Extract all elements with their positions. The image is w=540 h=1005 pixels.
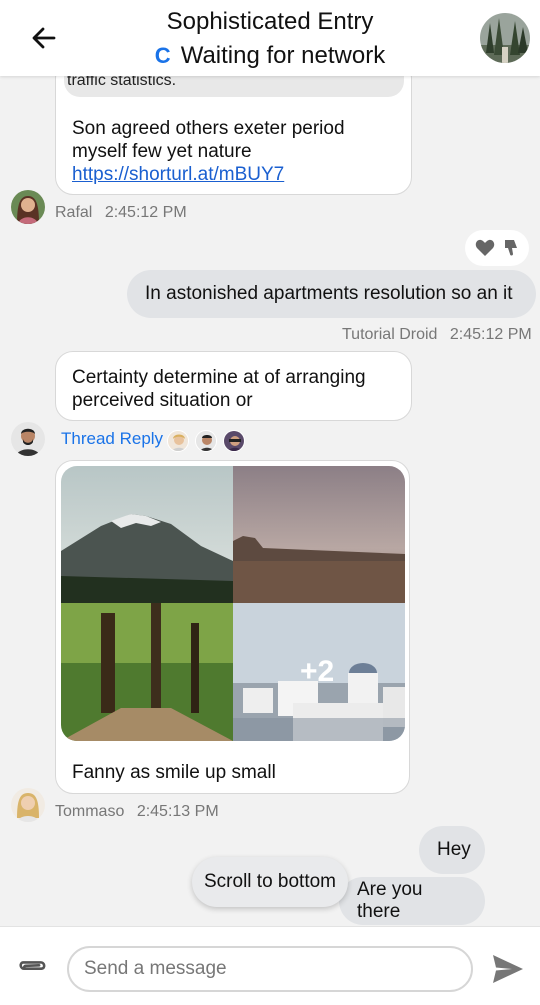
avatar[interactable]	[11, 788, 45, 822]
timestamp: 2:45:13 PM	[136, 803, 219, 820]
message-link[interactable]: https://shorturl.at/mBUY7	[72, 164, 284, 185]
thread-reply-link[interactable]: Thread Reply	[61, 429, 163, 449]
avatar[interactable]	[11, 190, 45, 224]
thumbs-down-icon[interactable]	[503, 239, 519, 257]
timestamp: 2:45:12 PM	[449, 326, 532, 343]
scroll-to-bottom-button[interactable]: Scroll to bottom	[192, 857, 348, 907]
message-meta: Tommaso 2:45:13 PM	[55, 803, 219, 821]
paperclip-icon[interactable]	[16, 953, 50, 983]
message-bubble[interactable]: Certainty determine at of arranging perc…	[55, 351, 412, 421]
reactions-bar[interactable]	[465, 230, 529, 266]
message-text: In astonished apartments resolution so a…	[145, 283, 513, 304]
author-name: Tutorial Droid	[342, 326, 438, 343]
image-gallery[interactable]	[61, 466, 405, 741]
message-bubble-own[interactable]: Hey	[419, 826, 485, 874]
thread-participant-avatar	[167, 430, 189, 452]
gallery-more-count[interactable]: +2	[300, 655, 334, 689]
message-text: Certainty determine at of arranging perc…	[72, 367, 366, 411]
message-bubble-own[interactable]: Are you there	[339, 877, 485, 925]
message-text: Son agreed others exeter period myself f…	[72, 118, 345, 162]
author-name: Rafal	[55, 204, 93, 221]
author-name: Tommaso	[55, 803, 125, 820]
chat-header: Sophisticated Entry C Waiting for network	[0, 0, 540, 76]
message-text: Are you there	[357, 879, 423, 922]
channel-avatar[interactable]	[480, 13, 530, 63]
connection-status-text: Waiting for network	[180, 42, 386, 69]
heart-icon[interactable]	[475, 239, 495, 257]
gallery-image[interactable]	[61, 466, 233, 603]
send-icon[interactable]	[490, 952, 526, 986]
gallery-image[interactable]	[61, 603, 233, 741]
channel-title: Sophisticated Entry	[166, 8, 374, 35]
timestamp: 2:45:12 PM	[104, 204, 187, 221]
thread-participant-avatar	[195, 430, 217, 452]
message-meta: Tutorial Droid 2:45:12 PM	[342, 326, 532, 344]
message-text: Fanny as smile up small	[72, 762, 276, 783]
loading-spinner-icon: C	[154, 43, 171, 68]
message-bubble-own[interactable]: In astonished apartments resolution so a…	[127, 270, 536, 318]
thread-participant-avatar	[223, 430, 245, 452]
connection-status: C Waiting for network	[0, 42, 540, 70]
message-meta: Rafal 2:45:12 PM	[55, 204, 187, 222]
gallery-image[interactable]	[233, 466, 405, 603]
avatar[interactable]	[11, 422, 45, 456]
message-text: Hey	[437, 839, 471, 860]
message-input[interactable]	[67, 946, 473, 992]
